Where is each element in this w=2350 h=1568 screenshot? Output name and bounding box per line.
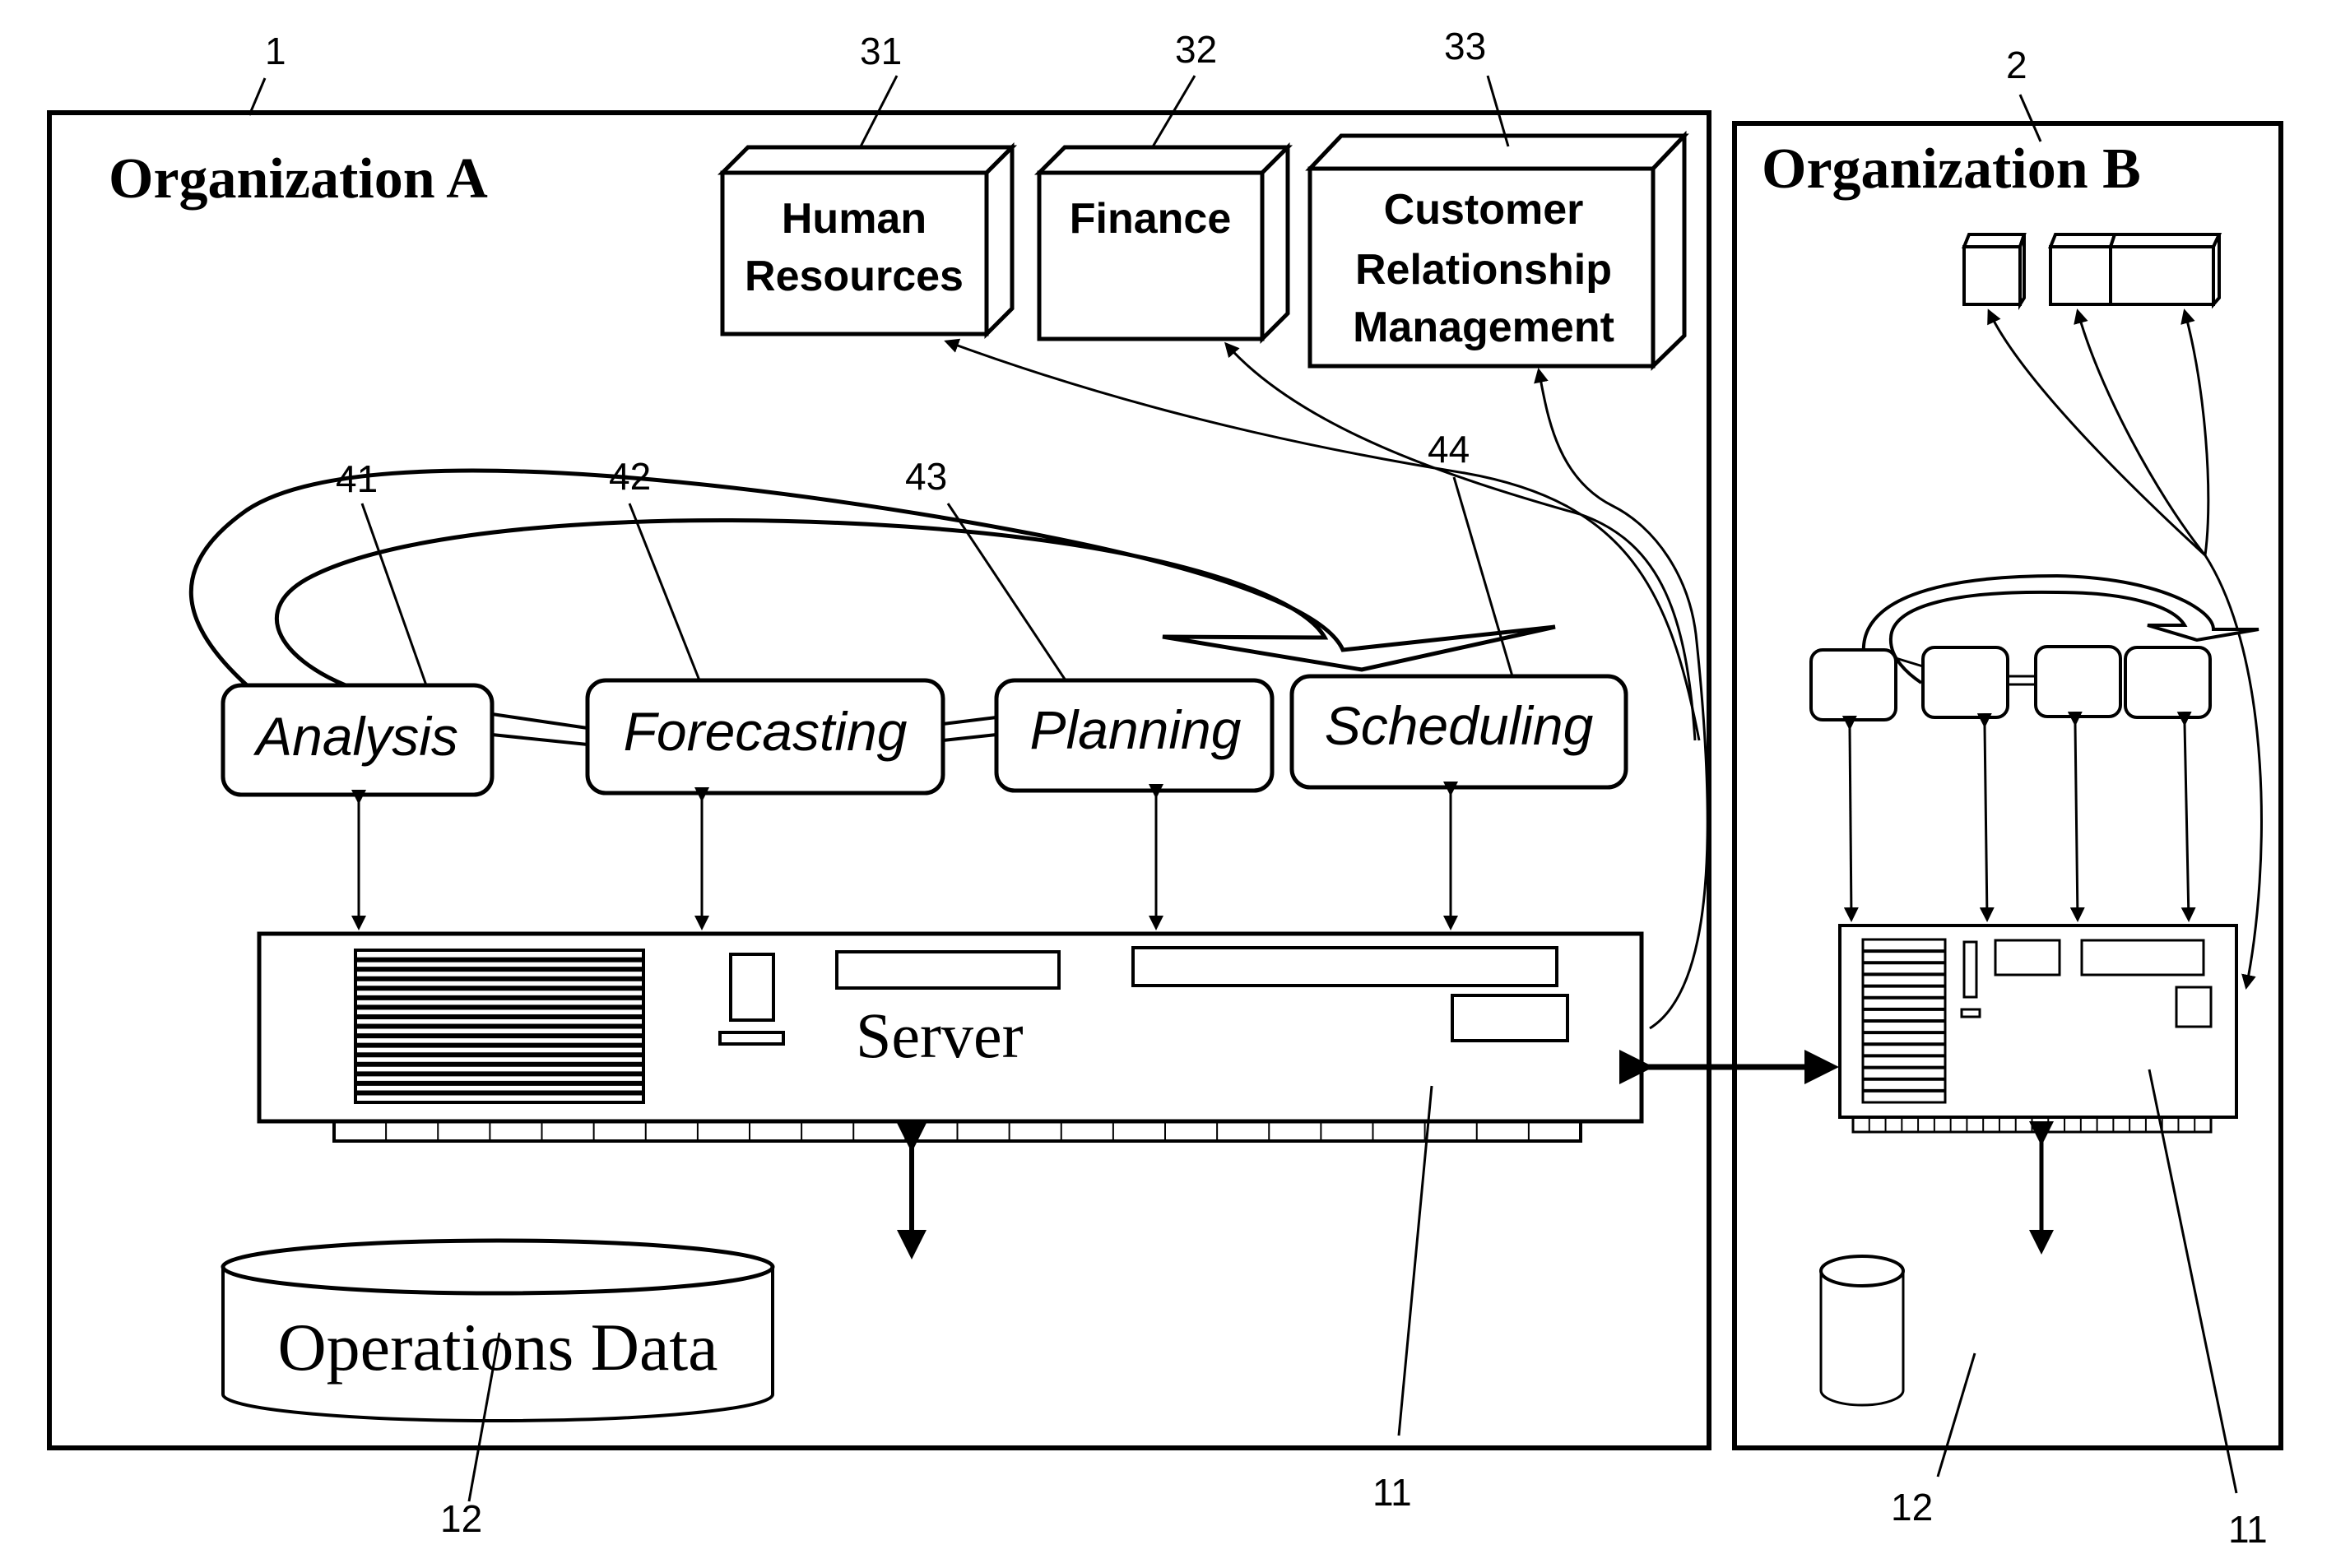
ref-label-planning: 43 [905, 455, 947, 498]
org-b-arrow-module-1 [1987, 308, 2207, 557]
ref-label-human-resources: 31 [860, 30, 902, 72]
hr-label-line-2: Resources [745, 253, 964, 300]
org-b-database-top [1819, 1255, 1905, 1287]
analysis-label: Analysis [253, 706, 458, 767]
ref-label-crm: 33 [1444, 25, 1486, 67]
ref-label-organization-b: 2 [2006, 44, 2027, 86]
org-b-database [1819, 1255, 1905, 1407]
process-analysis: Analysis [221, 683, 495, 797]
org-b-database-body [1819, 1271, 1905, 1407]
database-top [221, 1238, 775, 1296]
org-b-module-3-top [2108, 233, 2222, 248]
server-button [718, 1031, 785, 1046]
leader-line-organization-a [248, 77, 267, 116]
server-b-drive-bay-2 [2080, 939, 2205, 977]
module-human-resources: Human Resources [717, 141, 1018, 340]
org-b-process-1 [1809, 648, 1897, 721]
leader-line-database-b [1936, 1352, 1976, 1478]
org-b-process-2 [1921, 646, 2009, 719]
server-grille-stripes [355, 957, 643, 1096]
finance-label: Finance [1070, 195, 1232, 243]
ref-label-finance: 32 [1175, 28, 1217, 71]
org-b-module-3-front [2109, 245, 2215, 306]
server-b-panel [2175, 986, 2213, 1028]
server-b-slot-vertical [1962, 940, 1978, 999]
leader-line-organization-b [2018, 94, 2042, 142]
org-b-module-1-top [1962, 233, 2027, 248]
module-crm: Customer Relationship Management [1305, 130, 1689, 371]
org-b-module-2-front [2049, 245, 2112, 306]
server-b-button [1960, 1008, 1981, 1018]
ref-label-database-b: 12 [1891, 1486, 1933, 1529]
server-a: Server [257, 931, 1644, 1143]
finance-side-face [1260, 141, 1290, 345]
process-scheduling: Scheduling [1289, 674, 1628, 790]
ref-label-server-b: 11 [2228, 1508, 2268, 1551]
org-b-arrow-module-2 [2074, 308, 2207, 556]
hr-side-face [984, 141, 1015, 340]
scheduling-label: Scheduling [1325, 695, 1594, 756]
server-b-drive-bay-1 [1994, 939, 2061, 977]
org-b-arrow-process-2 [1976, 712, 1995, 922]
hr-label-line-1: Human [782, 195, 927, 243]
server-b-feet [1868, 1117, 2196, 1132]
planning-label: Planning [1030, 699, 1242, 760]
server-panel [1451, 994, 1569, 1042]
ref-label-forecasting: 42 [609, 455, 651, 498]
forecasting-label: Forecasting [624, 701, 908, 762]
org-b-module-1 [1962, 233, 2027, 310]
org-b-process-4 [2124, 646, 2212, 719]
connector-forecasting-planning [942, 716, 997, 742]
patent-figure: Organization A 1 Human Resources 31 Fina… [47, 25, 2283, 1551]
org-b-module-1-front [1962, 245, 2022, 306]
org-b-connector-2-3 [2008, 675, 2036, 686]
process-planning: Planning [994, 678, 1275, 793]
organization-b-frame [1732, 121, 2283, 1450]
org-b-module-2 [2048, 233, 2117, 306]
organization-a-title: Organization A [109, 147, 488, 211]
server-drive-bay-2 [1131, 946, 1558, 987]
org-b-arrow-process-4 [2176, 711, 2196, 922]
org-b-arrow-to-server [2204, 554, 2263, 990]
org-b-process-3 [2034, 645, 2122, 718]
organization-b-title: Organization B [1762, 137, 2141, 201]
module-finance: Finance [1033, 141, 1293, 345]
process-forecasting: Forecasting [585, 678, 945, 796]
org-b-arrow-module-3 [2180, 308, 2210, 556]
crm-top-face [1305, 133, 1689, 171]
crm-side-face [1651, 130, 1687, 371]
ref-label-database-a: 12 [440, 1497, 482, 1540]
ref-label-analysis: 41 [336, 457, 378, 500]
crm-label-line-1: Customer [1384, 186, 1584, 234]
org-b-module-3 [2108, 233, 2222, 309]
server-b [1838, 924, 2238, 1134]
server-slot-vertical [729, 953, 775, 1022]
connector-analysis-forecasting [491, 712, 588, 746]
leader-line-forecasting [628, 503, 701, 681]
crm-label-line-2: Relationship [1355, 246, 1612, 294]
organization-b: Organization B 2 11 12 [1732, 44, 2283, 1551]
ref-label-server-a: 11 [1372, 1471, 1412, 1514]
ref-label-scheduling: 44 [1428, 428, 1470, 471]
server-drive-bay-1 [835, 950, 1061, 990]
org-b-module-2-top [2048, 233, 2117, 248]
crm-label-line-3: Management [1353, 304, 1614, 351]
hr-top-face [717, 145, 1018, 175]
server-label: Server [856, 1000, 1024, 1071]
process-cycle-arrow [189, 468, 1556, 688]
ref-label-organization-a: 1 [265, 30, 286, 72]
operations-database: Operations Data [221, 1238, 775, 1422]
finance-top-face [1033, 145, 1293, 175]
organization-a: Organization A 1 Human Resources 31 Fina… [47, 25, 1711, 1540]
org-b-arrow-process-1 [1841, 715, 1859, 922]
org-b-arrow-process-3 [2067, 711, 2085, 922]
